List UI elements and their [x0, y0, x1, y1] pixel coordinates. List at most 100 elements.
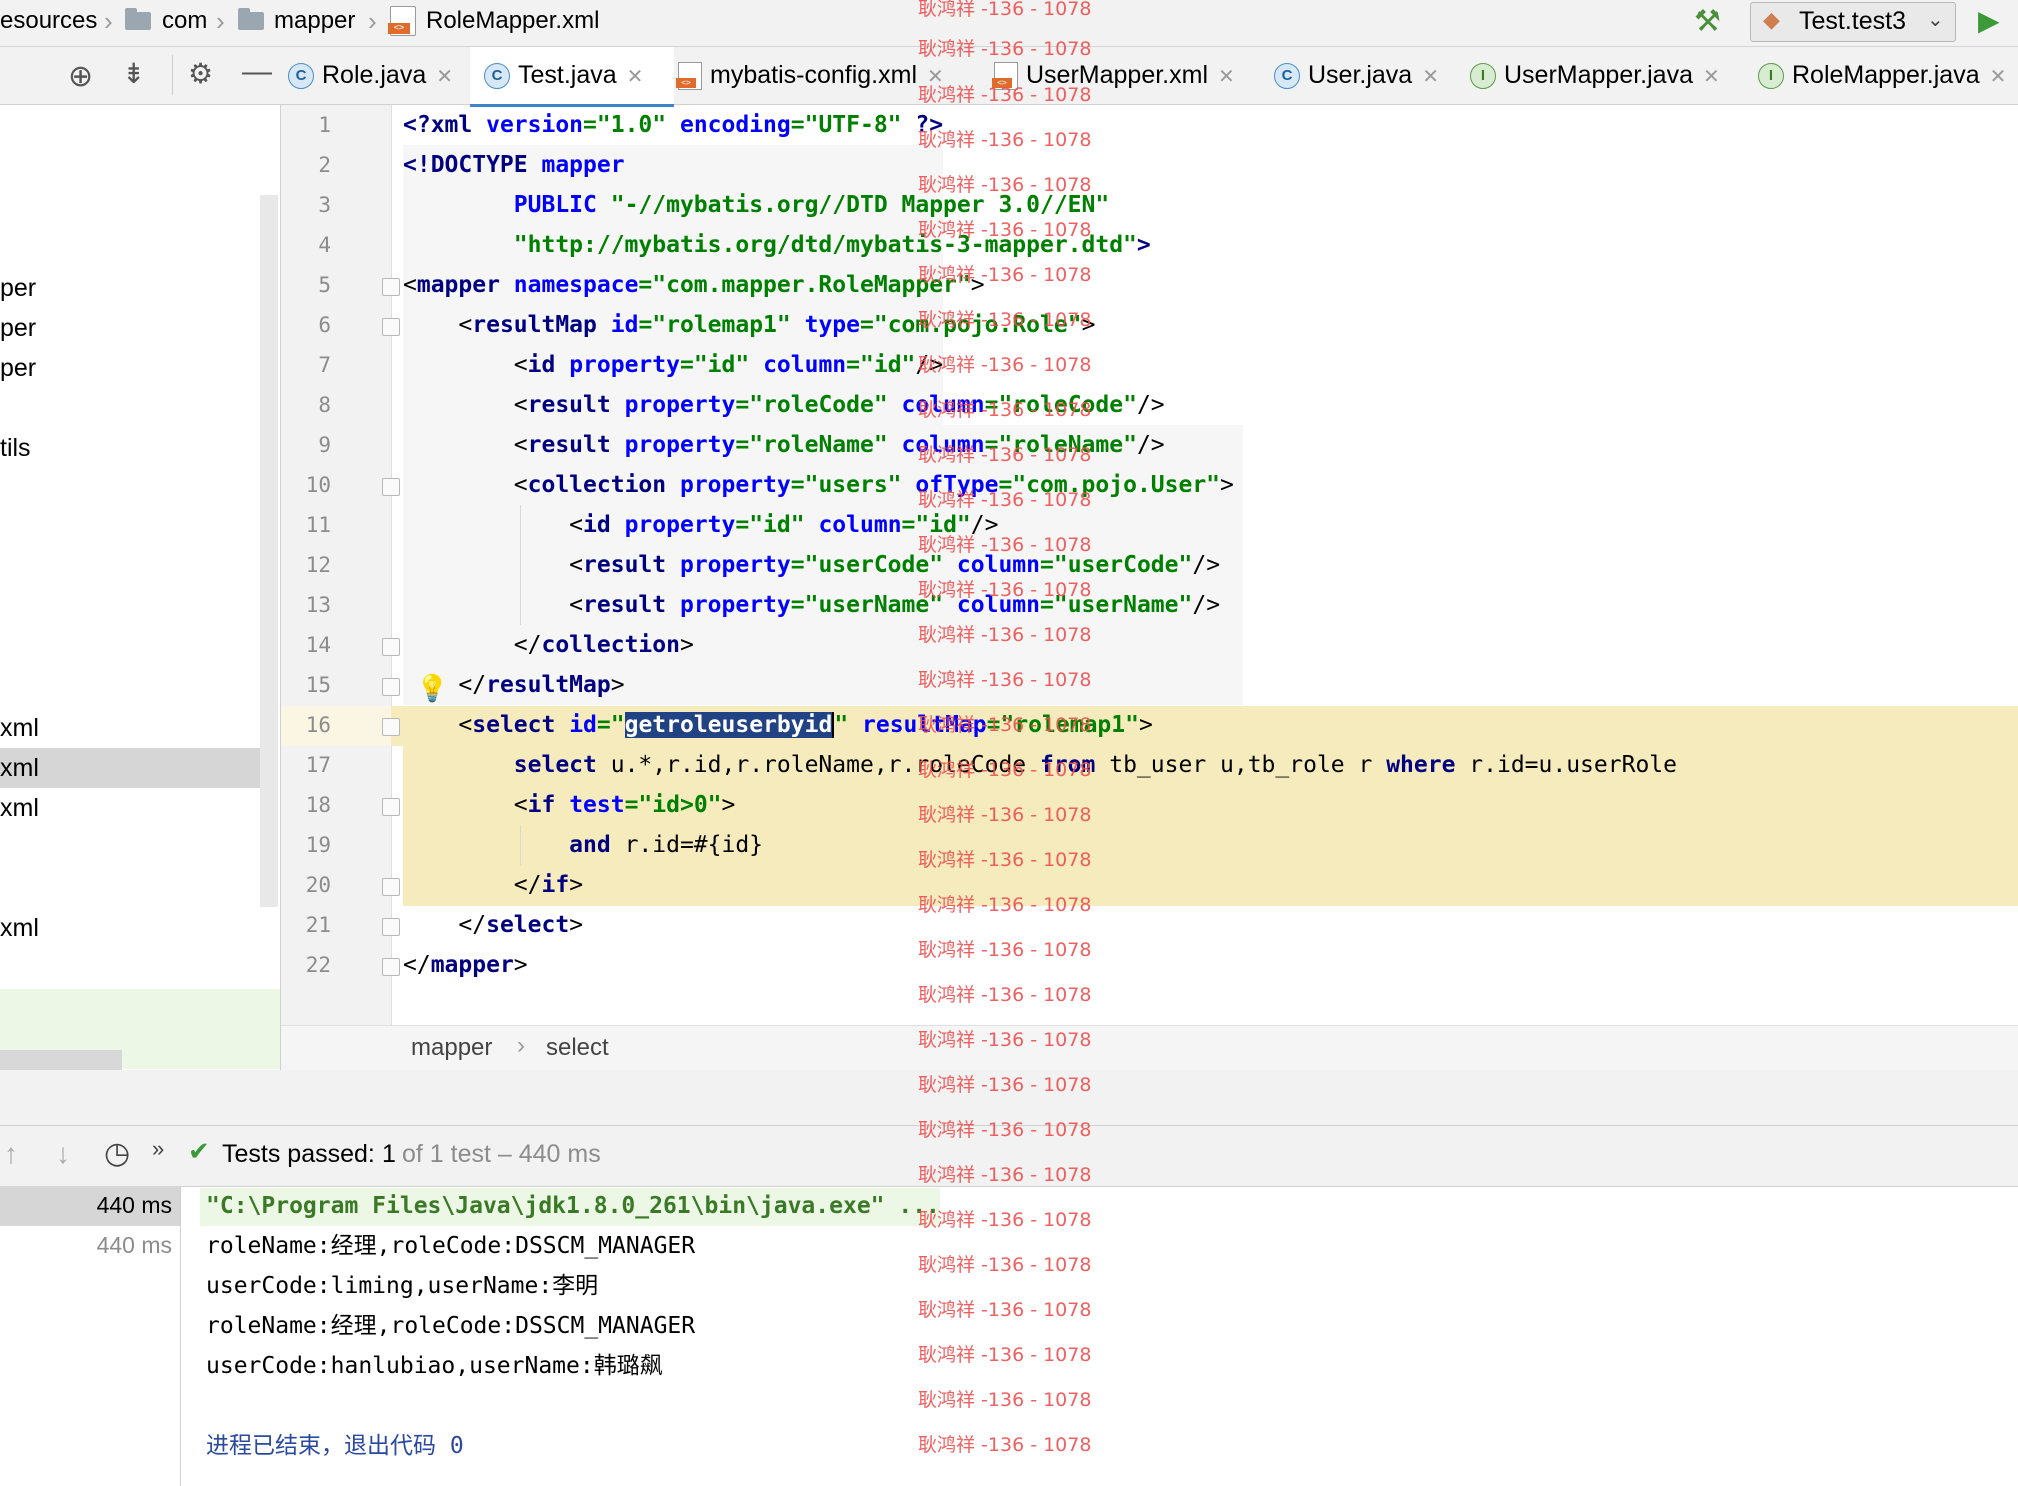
collapse-all-icon[interactable]: ⇟	[122, 57, 145, 90]
tree-item[interactable]: xml	[0, 788, 39, 828]
editor-breadcrumb-mapper[interactable]: mapper	[411, 1034, 492, 1062]
close-icon[interactable]: ✕	[627, 66, 644, 88]
watermark-text: 耿鸿祥 -136 - 1078	[918, 894, 1092, 916]
line-number: 13	[305, 593, 331, 617]
watermark-text: 耿鸿祥 -136 - 1078	[918, 534, 1092, 556]
fold-marker-icon[interactable]	[382, 878, 400, 896]
watermark-text: 耿鸿祥 -136 - 1078	[918, 444, 1092, 466]
watermark-text: 耿鸿祥 -136 - 1078	[918, 1209, 1092, 1231]
run-configuration-selector[interactable]: ◆ Test.test3 ⌄	[1750, 2, 1956, 42]
close-icon[interactable]: ✕	[436, 66, 453, 88]
line-number: 20	[305, 873, 331, 897]
watermark-text: 耿鸿祥 -136 - 1078	[918, 38, 1092, 60]
tree-item[interactable]: xml	[0, 708, 39, 748]
more-chevron-icon[interactable]: »	[152, 1136, 164, 1162]
editor-breadcrumb: mapper › select	[281, 1025, 2018, 1071]
locate-crosshair-icon[interactable]: ⊕	[68, 59, 93, 94]
arrow-up-icon[interactable]: ↑	[4, 1138, 18, 1170]
code-line[interactable]: <?xml version="1.0" encoding="UTF-8" ?>	[403, 105, 943, 145]
tests-summary: of 1 test – 440 ms	[402, 1140, 601, 1168]
tab-mybatis-config-xml[interactable]: mybatis-config.xml✕	[676, 47, 944, 104]
tab-role-java[interactable]: C Role.java ✕	[288, 47, 453, 104]
watermark-text: 耿鸿祥 -136 - 1078	[918, 1074, 1092, 1096]
watermark-text: 耿鸿祥 -136 - 1078	[918, 264, 1092, 286]
code-line[interactable]: and r.id=#{id}	[403, 825, 763, 865]
line-number: 15	[305, 673, 331, 697]
watermark-text: 耿鸿祥 -136 - 1078	[918, 849, 1092, 871]
code-line[interactable]: <result property="userCode" column="user…	[403, 545, 1220, 585]
indent-guide	[520, 825, 521, 865]
indent-guide	[520, 505, 521, 625]
editor-breadcrumb-select[interactable]: select	[546, 1034, 609, 1062]
arrow-down-icon[interactable]: ↓	[56, 1138, 70, 1170]
code-line[interactable]: <result property="userName" column="user…	[403, 585, 1220, 625]
code-line[interactable]: </collection>	[403, 625, 694, 665]
code-line[interactable]: <id property="id" column="id"/>	[403, 345, 943, 385]
code-line[interactable]: <id property="id" column="id"/>	[403, 505, 998, 545]
code-line[interactable]: </select>	[403, 905, 583, 945]
watermark-text: 耿鸿祥 -136 - 1078	[918, 174, 1092, 196]
breadcrumb-item-com[interactable]: com	[162, 6, 207, 36]
clock-history-icon[interactable]: ◷	[104, 1136, 130, 1171]
fold-marker-icon[interactable]	[382, 638, 400, 656]
minimize-icon[interactable]: —	[242, 55, 272, 89]
watermark-text: 耿鸿祥 -136 - 1078	[918, 1344, 1092, 1366]
close-icon[interactable]: ✕	[1990, 66, 2007, 88]
watermark-text: 耿鸿祥 -136 - 1078	[918, 624, 1092, 646]
fold-marker-icon[interactable]	[382, 678, 400, 696]
tab-user-java[interactable]: C User.java ✕	[1274, 47, 1439, 104]
fold-marker-icon[interactable]	[382, 478, 400, 496]
test-tree: 440 ms 440 ms	[0, 1186, 181, 1486]
code-line[interactable]: </if>	[403, 865, 583, 905]
chevron-right-icon: ›	[104, 6, 113, 36]
fold-marker-icon[interactable]	[382, 318, 400, 336]
code-line[interactable]: <if test="id>0">	[403, 785, 736, 825]
fold-marker-icon[interactable]	[382, 718, 400, 736]
selected-text[interactable]: getroleuserbyid	[624, 712, 833, 738]
tab-rolemapper-java[interactable]: I RoleMapper.java ✕	[1758, 47, 2006, 104]
console-line: roleName:经理,roleCode:DSSCM_MANAGER	[206, 1233, 696, 1259]
line-number: 17	[305, 753, 331, 777]
line-number: 4	[318, 233, 331, 257]
breadcrumb-item-resources[interactable]: esources	[0, 6, 97, 36]
code-line[interactable]: </resultMap>	[403, 665, 624, 705]
watermark-text: 耿鸿祥 -136 - 1078	[918, 1254, 1092, 1276]
line-number: 2	[318, 153, 331, 177]
code-line[interactable]: <!DOCTYPE mapper	[403, 145, 625, 185]
watermark-text: 耿鸿祥 -136 - 1078	[918, 129, 1092, 151]
fold-marker-icon[interactable]	[382, 958, 400, 976]
breadcrumb-item-file[interactable]: RoleMapper.xml	[426, 6, 599, 36]
line-number: 11	[305, 513, 331, 537]
tree-item[interactable]: xml	[0, 908, 39, 948]
code-line[interactable]: <mapper namespace="com.mapper.RoleMapper…	[403, 265, 985, 305]
tab-usermapper-java[interactable]: I UserMapper.java ✕	[1470, 47, 1720, 104]
build-hammer-icon[interactable]: ⚒	[1694, 4, 1721, 39]
chevron-right-icon: ›	[517, 1032, 525, 1059]
fold-marker-icon[interactable]	[382, 798, 400, 816]
code-line[interactable]: <collection property="users" ofType="com…	[403, 465, 1234, 505]
tree-item-selected[interactable]: xml	[0, 748, 260, 788]
close-icon[interactable]: ✕	[1703, 66, 1720, 88]
xml-file-icon	[676, 62, 702, 91]
project-tree-panel: per per per tils xml xml xml xml	[0, 105, 281, 1070]
toolbar-divider	[172, 55, 173, 95]
tree-item[interactable]: per	[0, 268, 36, 308]
tab-test-java[interactable]: C Test.java ✕	[470, 47, 674, 107]
tree-item[interactable]: per	[0, 308, 36, 348]
check-icon: ✔	[188, 1136, 210, 1166]
gear-icon[interactable]: ⚙	[188, 57, 213, 90]
horizontal-scrollbar[interactable]	[0, 1050, 122, 1070]
project-scrollbar[interactable]	[260, 195, 278, 907]
close-icon[interactable]: ✕	[1218, 66, 1235, 88]
close-icon[interactable]: ✕	[1422, 66, 1439, 88]
breadcrumb-item-mapper[interactable]: mapper	[274, 6, 355, 36]
code-line[interactable]: </mapper>	[403, 945, 528, 985]
fold-marker-icon[interactable]	[382, 918, 400, 936]
watermark-text: 耿鸿祥 -136 - 1078	[918, 939, 1092, 961]
tree-item[interactable]: tils	[0, 428, 31, 468]
run-play-icon[interactable]: ▶	[1978, 4, 2000, 37]
line-number: 19	[305, 833, 331, 857]
fold-marker-icon[interactable]	[382, 278, 400, 296]
console-line: userCode:hanlubiao,userName:韩璐飙	[206, 1353, 663, 1379]
tree-item[interactable]: per	[0, 348, 36, 388]
